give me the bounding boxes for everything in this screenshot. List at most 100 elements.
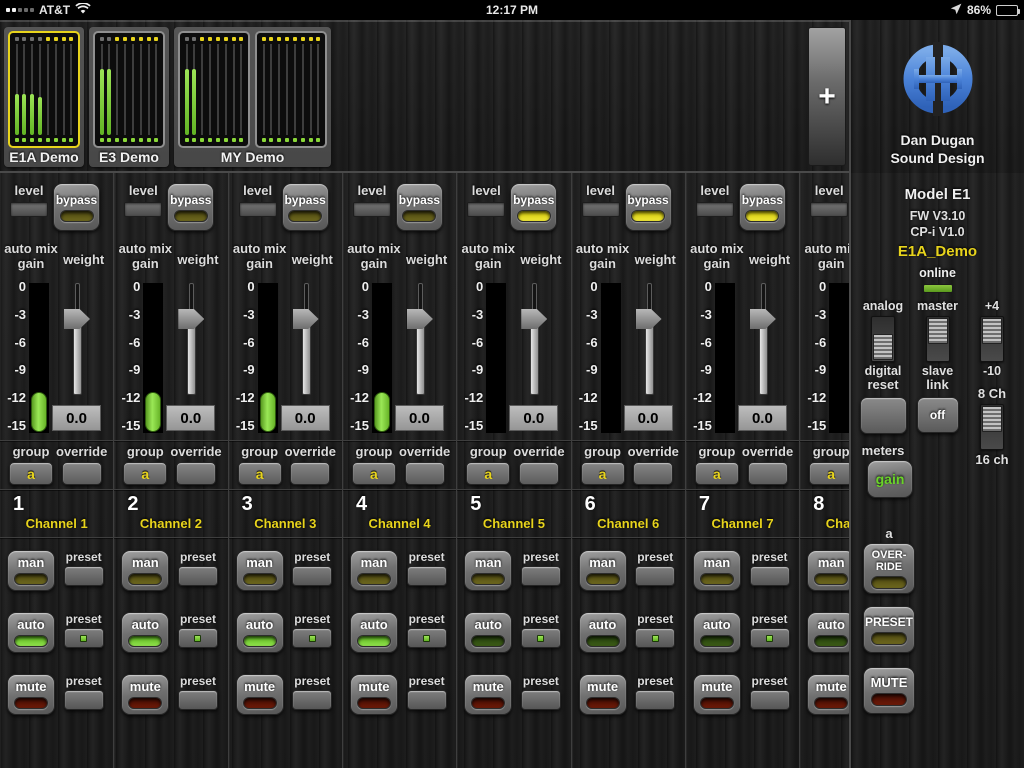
man-button[interactable]: man (807, 550, 855, 591)
man-preset-button[interactable] (521, 566, 561, 586)
auto-button[interactable]: auto (807, 612, 855, 653)
bypass-button[interactable]: bypass (625, 183, 672, 231)
weight-slider[interactable] (170, 283, 212, 395)
reset-button[interactable] (860, 397, 907, 434)
man-preset-button[interactable] (292, 566, 332, 586)
group-button[interactable]: a (466, 462, 510, 485)
master-preset-button[interactable]: PRESET (863, 606, 915, 653)
man-button[interactable]: man (693, 550, 741, 591)
weight-slider[interactable] (742, 283, 784, 395)
group-button[interactable]: a (695, 462, 739, 485)
group-button[interactable]: a (238, 462, 282, 485)
link-button[interactable]: off (917, 397, 959, 433)
mute-preset-button[interactable] (292, 690, 332, 710)
snapshot-tile[interactable]: E3 Demo (89, 27, 169, 167)
man-button[interactable]: man (236, 550, 284, 591)
auto-preset-button[interactable] (292, 628, 332, 648)
snapshot-tile[interactable]: E1A Demo (4, 27, 84, 167)
channel-name[interactable]: Channel 7 (686, 516, 799, 531)
man-preset-button[interactable] (750, 566, 790, 586)
man-preset-button[interactable] (635, 566, 675, 586)
mute-preset-button[interactable] (635, 690, 675, 710)
auto-button[interactable]: auto (464, 612, 512, 653)
mute-preset-button[interactable] (521, 690, 561, 710)
auto-preset-button[interactable] (750, 628, 790, 648)
man-preset-button[interactable] (64, 566, 104, 586)
auto-button[interactable]: auto (350, 612, 398, 653)
meters-mode-button[interactable]: gain (867, 460, 913, 498)
man-button[interactable]: man (7, 550, 55, 591)
add-snapshot-button[interactable]: + (808, 27, 846, 166)
weight-slider-thumb[interactable] (293, 309, 319, 329)
bypass-button[interactable]: bypass (167, 183, 214, 231)
auto-button[interactable]: auto (579, 612, 627, 653)
auto-preset-button[interactable] (521, 628, 561, 648)
override-button[interactable] (290, 462, 330, 485)
mute-button[interactable]: mute (236, 674, 284, 715)
weight-slider[interactable] (285, 283, 327, 395)
man-button[interactable]: man (464, 550, 512, 591)
man-preset-button[interactable] (178, 566, 218, 586)
weight-slider[interactable] (56, 283, 98, 395)
analog-digital-switch[interactable] (871, 316, 895, 362)
override-button[interactable] (633, 462, 673, 485)
man-preset-button[interactable] (407, 566, 447, 586)
master-mute-button[interactable]: MUTE (863, 667, 915, 714)
override-button[interactable] (405, 462, 445, 485)
mute-preset-button[interactable] (178, 690, 218, 710)
bypass-button[interactable]: bypass (53, 183, 100, 231)
bypass-button[interactable]: bypass (510, 183, 557, 231)
mute-button[interactable]: mute (121, 674, 169, 715)
weight-slider-thumb[interactable] (521, 309, 547, 329)
mute-button[interactable]: mute (464, 674, 512, 715)
weight-slider[interactable] (399, 283, 441, 395)
mute-button[interactable]: mute (350, 674, 398, 715)
group-button[interactable]: a (123, 462, 167, 485)
master-slave-switch[interactable] (926, 316, 950, 362)
override-button[interactable] (748, 462, 788, 485)
override-button[interactable] (519, 462, 559, 485)
weight-slider-thumb[interactable] (178, 309, 204, 329)
bypass-button[interactable]: bypass (396, 183, 443, 231)
auto-preset-button[interactable] (178, 628, 218, 648)
channel-name[interactable]: Channel 5 (457, 516, 570, 531)
weight-slider[interactable] (628, 283, 670, 395)
channel-name[interactable]: Channel 1 (0, 516, 113, 531)
auto-preset-button[interactable] (407, 628, 447, 648)
auto-preset-button[interactable] (635, 628, 675, 648)
mute-button[interactable]: mute (7, 674, 55, 715)
weight-slider-thumb[interactable] (750, 309, 776, 329)
mute-button[interactable]: mute (579, 674, 627, 715)
override-button[interactable] (176, 462, 216, 485)
man-button[interactable]: man (579, 550, 627, 591)
master-override-button[interactable]: OVER- RIDE (863, 543, 915, 594)
channel-count-switch[interactable] (980, 404, 1004, 450)
weight-slider-thumb[interactable] (407, 309, 433, 329)
mute-button[interactable]: mute (693, 674, 741, 715)
group-button[interactable]: a (581, 462, 625, 485)
mute-preset-button[interactable] (750, 690, 790, 710)
channel-name[interactable]: Channel 3 (229, 516, 342, 531)
weight-slider[interactable] (513, 283, 555, 395)
channel-name[interactable]: Channel 6 (572, 516, 685, 531)
mute-preset-button[interactable] (64, 690, 104, 710)
weight-slider-thumb[interactable] (64, 309, 90, 329)
auto-preset-button[interactable] (64, 628, 104, 648)
group-button[interactable]: a (809, 462, 853, 485)
auto-button[interactable]: auto (236, 612, 284, 653)
channel-name[interactable]: Channel 2 (114, 516, 227, 531)
weight-slider-thumb[interactable] (636, 309, 662, 329)
mute-button[interactable]: mute (807, 674, 855, 715)
bypass-button[interactable]: bypass (739, 183, 786, 231)
level-reference-switch[interactable] (980, 316, 1004, 362)
group-button[interactable]: a (9, 462, 53, 485)
man-button[interactable]: man (350, 550, 398, 591)
auto-button[interactable]: auto (121, 612, 169, 653)
snapshot-tile[interactable]: MY Demo (174, 27, 331, 167)
man-button[interactable]: man (121, 550, 169, 591)
channel-name[interactable]: Channel 4 (343, 516, 456, 531)
mute-preset-button[interactable] (407, 690, 447, 710)
group-button[interactable]: a (352, 462, 396, 485)
auto-button[interactable]: auto (693, 612, 741, 653)
auto-button[interactable]: auto (7, 612, 55, 653)
